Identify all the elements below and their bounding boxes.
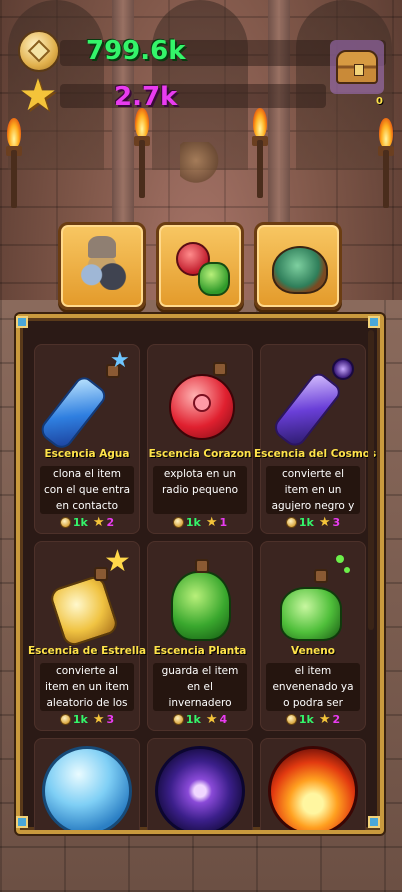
- item-card-veneno[interactable]: Veneno el item envenenado ya o podra ser…: [260, 541, 366, 731]
- panel-corner-gem: [368, 816, 380, 828]
- item-title: Escencia Corazon: [148, 448, 252, 460]
- item-description: convierte al item en un item aleatorio d…: [40, 663, 134, 711]
- plant-potion-icon: [157, 547, 243, 643]
- item-description: guarda el item en el invernadero: [153, 663, 247, 711]
- gold-coin-icon: [18, 30, 60, 72]
- coin-icon: [59, 517, 71, 528]
- blue-vial-icon: ★: [36, 350, 130, 453]
- gold-cost: 1k: [185, 516, 201, 529]
- stone-pillar: [268, 0, 290, 260]
- galaxy-orb-icon: [155, 746, 245, 830]
- star-icon: ★: [318, 515, 331, 530]
- panel-corner-gem: [16, 816, 28, 828]
- item-title: Escencia Agua: [44, 448, 130, 460]
- chest-button[interactable]: [330, 40, 384, 94]
- water-orb-icon: [42, 746, 132, 830]
- treasure-chest-icon: [336, 50, 378, 84]
- star-icon: ★: [92, 515, 105, 530]
- gold-cost: 1k: [298, 713, 314, 726]
- fire-orb-icon: [268, 746, 358, 830]
- item-description: explota en un radio pequeno: [153, 466, 247, 514]
- gold-cost: 1k: [298, 516, 314, 529]
- star-cost: 3: [332, 516, 341, 529]
- star-icon: ★: [318, 712, 331, 727]
- item-description: convierte el item en un agujero negro y …: [266, 466, 360, 514]
- coin-icon: [59, 714, 71, 725]
- item-card-galaxy-orb[interactable]: [147, 738, 253, 830]
- red-heart-potion-icon: [157, 350, 243, 446]
- gold-cost: 1k: [72, 713, 88, 726]
- star-cost: 3: [106, 713, 115, 726]
- star-cost: 1: [219, 516, 228, 529]
- item-cost: 1k ★ 4: [147, 713, 253, 726]
- cosmos-vial-icon: [270, 350, 356, 451]
- poison-potion-icon: [270, 547, 356, 643]
- potions-tab-icon: [168, 234, 232, 298]
- panel-corner-gem: [368, 316, 380, 328]
- item-card-estrella[interactable]: ★ Escencia de Estrella convierte al item…: [28, 541, 146, 731]
- item-card-cosmos[interactable]: Escencia del Cosmos convierte el item en…: [254, 344, 376, 534]
- item-title: Escencia del Cosmos: [254, 448, 377, 460]
- item-card-agua[interactable]: ★ Escencia Agua clona el item con el que…: [34, 344, 140, 534]
- coin-icon: [285, 714, 297, 725]
- star-icon: ★: [205, 712, 218, 727]
- ores-tab-icon: [70, 234, 134, 298]
- star-cost: 4: [219, 713, 228, 726]
- shop-panel: ★ Escencia Agua clona el item con el que…: [16, 314, 384, 834]
- item-grid: ★ Escencia Agua clona el item con el que…: [28, 344, 376, 830]
- gold-cost: 1k: [185, 713, 201, 726]
- torch-icon: [250, 108, 270, 198]
- gold-amount: 799.6k: [86, 36, 186, 66]
- torch-icon: [132, 108, 152, 198]
- item-cost: 1k ★ 3: [260, 516, 366, 529]
- bag-tab-icon: [266, 234, 330, 298]
- star-icon: ★: [92, 712, 105, 727]
- torch-icon: [4, 118, 24, 208]
- star-icon: ★: [18, 70, 58, 121]
- item-card-corazon[interactable]: Escencia Corazon explota en un radio peq…: [147, 344, 253, 534]
- item-cost: 1k ★ 3: [34, 713, 140, 726]
- star-potion-icon: ★: [44, 547, 131, 649]
- tab-potions[interactable]: [156, 222, 244, 310]
- item-cost: 1k ★ 2: [260, 713, 366, 726]
- item-cost: 1k ★ 2: [34, 516, 140, 529]
- star-bar: [60, 84, 326, 108]
- tab-bag[interactable]: [254, 222, 342, 310]
- item-title: Escencia Planta: [153, 645, 247, 657]
- item-cost: 1k ★ 1: [147, 516, 253, 529]
- item-card-water-orb[interactable]: [34, 738, 140, 830]
- torch-icon: [376, 118, 396, 208]
- star-icon: ★: [205, 515, 218, 530]
- scrollbar[interactable]: [368, 330, 374, 630]
- rock-pile-icon: [180, 142, 220, 188]
- coin-icon: [172, 517, 184, 528]
- chest-count: 0: [376, 96, 383, 107]
- coin-icon: [285, 517, 297, 528]
- item-title: Escencia de Estrella: [28, 645, 147, 657]
- tab-ores[interactable]: [58, 222, 146, 310]
- item-description: clona el item con el que entra en contac…: [40, 466, 134, 514]
- item-card-fire-orb[interactable]: [260, 738, 366, 830]
- item-card-planta[interactable]: Escencia Planta guarda el item en el inv…: [147, 541, 253, 731]
- panel-corner-gem: [16, 316, 28, 328]
- coin-icon: [172, 714, 184, 725]
- gold-cost: 1k: [72, 516, 88, 529]
- item-description: el item envenenado ya o podra ser: [266, 663, 360, 711]
- star-cost: 2: [332, 713, 341, 726]
- item-title: Veneno: [291, 645, 335, 657]
- star-cost: 2: [106, 516, 115, 529]
